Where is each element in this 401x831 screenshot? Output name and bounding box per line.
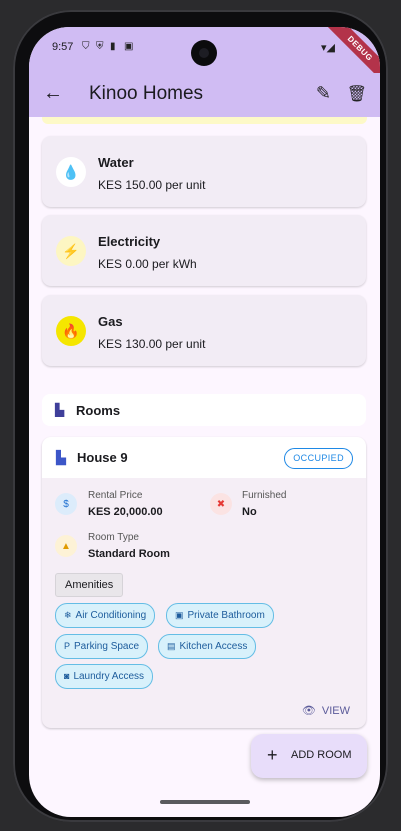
cancel-circle-icon: ✖: [210, 493, 232, 515]
room-type-label: Room Type: [88, 532, 139, 543]
furnished-label: Furnished: [242, 490, 287, 501]
room-name: House 9: [77, 450, 128, 465]
amenities-label: Amenities: [55, 573, 124, 597]
bathroom-icon: ▣: [175, 610, 184, 620]
amenity-chip: ▤ Kitchen Access: [158, 634, 257, 659]
rooms-section-header: ▙ Rooms: [42, 394, 366, 426]
status-time: 9:57: [52, 41, 74, 53]
utility-rate: KES 130.00 per unit: [98, 337, 206, 351]
laundry-icon: ◙: [64, 671, 70, 681]
delete-trash-icon[interactable]: 🗑: [347, 84, 367, 104]
kitchen-icon: ▤: [167, 641, 176, 651]
category-icon: ▲: [55, 535, 77, 557]
dollar-icon: $: [55, 493, 77, 515]
wifi-signal-icon: ▾◢: [321, 42, 335, 54]
partial-card-above: [42, 117, 367, 124]
utility-name: Gas: [98, 314, 123, 329]
app-screen: 9:57 ⛉ ⛨ ▮ ▣ ▾◢ DEBUG ← Kinoo Homes ✎ 🗑 …: [29, 27, 380, 817]
water-drop-icon: 💧: [56, 157, 86, 187]
gesture-home-bar[interactable]: [160, 800, 250, 804]
sd-card-icon: ▮: [110, 41, 116, 52]
room-type-value: Standard Room: [88, 548, 170, 560]
plus-icon: +: [267, 745, 278, 765]
shield-icon: ⛉: [82, 41, 90, 52]
status-badge: OCCUPIED: [284, 448, 353, 469]
back-arrow-icon[interactable]: ←: [43, 82, 63, 105]
rental-price-label: Rental Price: [88, 490, 143, 501]
room-card[interactable]: ▙ House 9 OCCUPIED $ Rental Price KES 20…: [42, 437, 366, 728]
utility-card-gas[interactable]: 🔥 Gas KES 130.00 per unit: [42, 295, 366, 366]
shield-check-icon: ⛨: [96, 41, 104, 52]
utility-name: Electricity: [98, 234, 161, 249]
rooms-label: Rooms: [76, 403, 121, 418]
utility-card-electricity[interactable]: ⚡ Electricity KES 0.00 per kWh: [42, 215, 366, 286]
view-button[interactable]: 👁 VIEW: [302, 704, 350, 717]
eye-icon: 👁: [301, 705, 316, 717]
amenity-chip: P Parking Space: [55, 634, 149, 659]
add-room-button[interactable]: + ADD ROOM: [251, 734, 367, 778]
snowflake-icon: ❄: [64, 610, 72, 620]
front-camera: [191, 40, 217, 66]
furnished-value: No: [242, 506, 257, 518]
app-notification-icon: ▣: [124, 41, 134, 52]
bolt-icon: ⚡: [56, 236, 86, 266]
utility-name: Water: [98, 155, 134, 170]
page-title: Kinoo Homes: [89, 83, 204, 104]
status-bar: 9:57 ⛉ ⛨ ▮ ▣ ▾◢ DEBUG: [29, 27, 380, 87]
door-icon: ▙: [55, 403, 65, 417]
rental-price-value: KES 20,000.00: [88, 506, 163, 518]
utility-rate: KES 150.00 per unit: [98, 178, 206, 192]
amenity-chip: ❄ Air Conditioning: [55, 603, 156, 628]
room-card-header: ▙ House 9 OCCUPIED: [42, 437, 366, 478]
utility-card-water[interactable]: 💧 Water KES 150.00 per unit: [42, 136, 366, 207]
parking-icon: P: [64, 641, 71, 651]
utility-rate: KES 0.00 per kWh: [98, 257, 197, 271]
flame-icon: 🔥: [56, 316, 86, 346]
edit-pencil-icon[interactable]: ✎: [316, 83, 331, 104]
app-bar: ← Kinoo Homes ✎ 🗑: [29, 73, 380, 117]
scroll-content[interactable]: 💧 Water KES 150.00 per unit ⚡ Electricit…: [29, 117, 380, 817]
door-icon: ▙: [56, 450, 66, 465]
amenity-chip: ◙ Laundry Access: [55, 664, 154, 689]
add-room-label: ADD ROOM: [291, 749, 352, 761]
amenity-chip: ▣ Private Bathroom: [166, 603, 274, 628]
